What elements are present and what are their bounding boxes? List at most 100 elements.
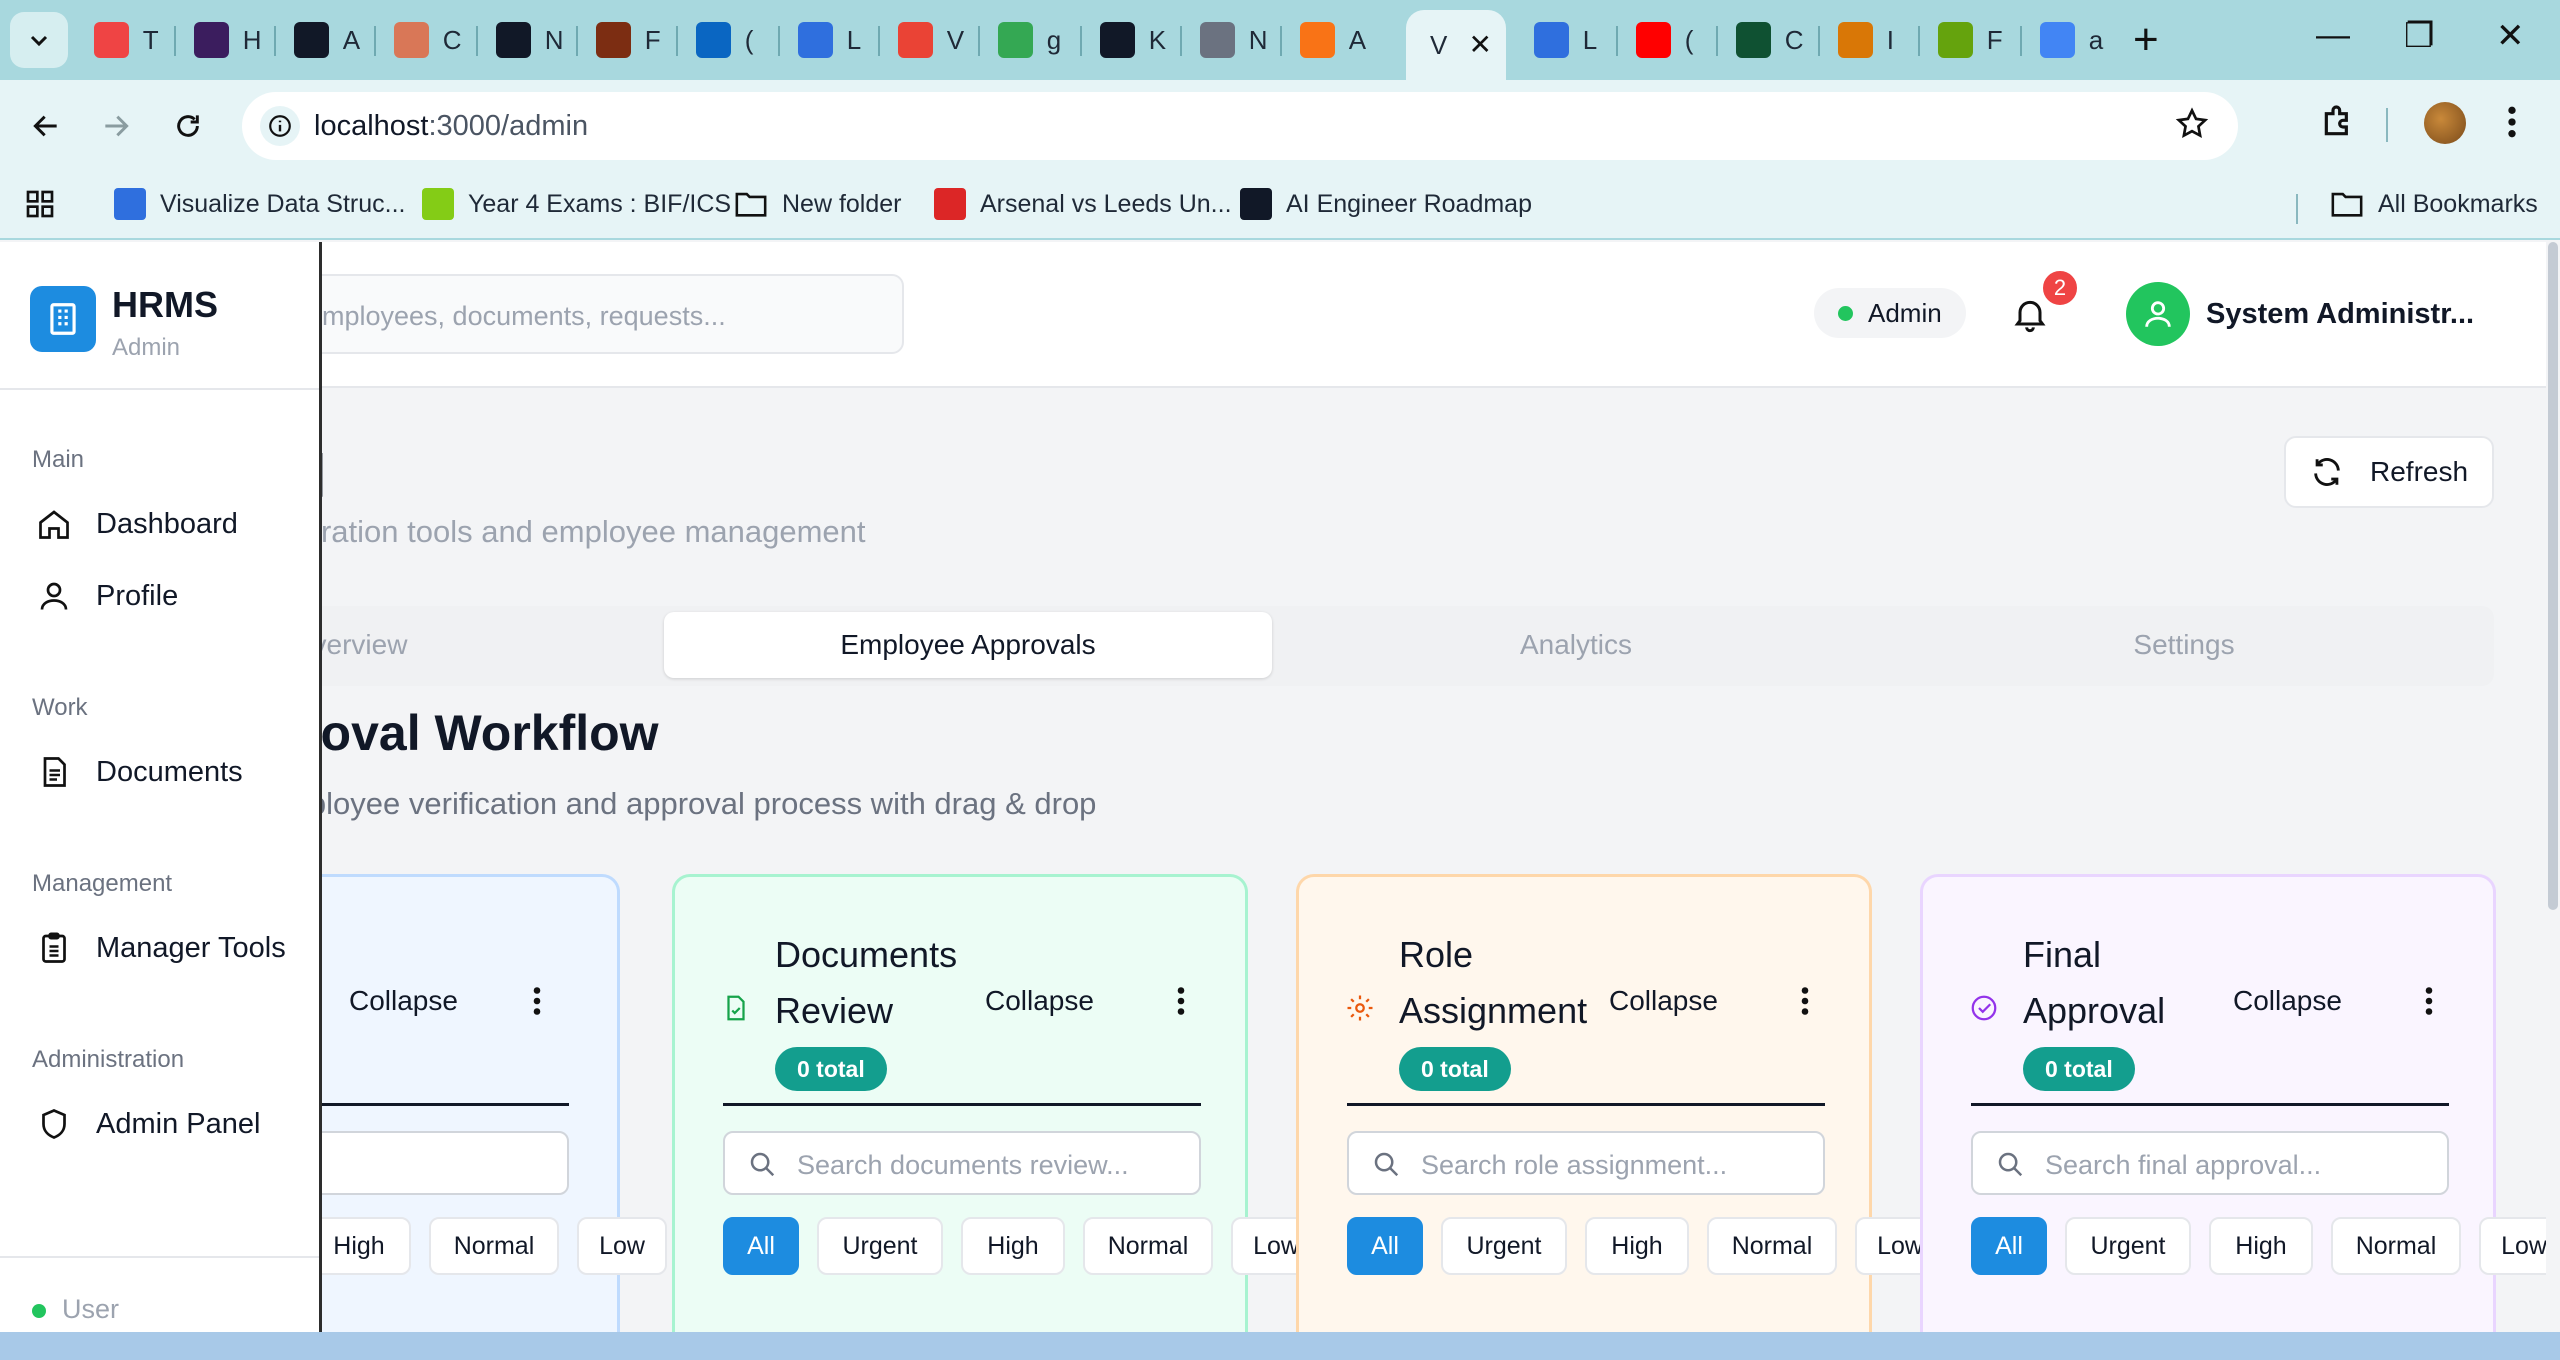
browser-tab[interactable]: ( bbox=[1612, 10, 1708, 70]
home-icon bbox=[39, 510, 69, 539]
user-avatar[interactable] bbox=[2126, 282, 2190, 346]
filter-high-button[interactable]: High bbox=[1585, 1217, 1689, 1275]
browser-tab[interactable]: I bbox=[1814, 10, 1910, 70]
vertical-scrollbar[interactable] bbox=[2546, 242, 2560, 1332]
browser-tab[interactable]: V bbox=[874, 10, 970, 70]
browser-tab[interactable]: ( bbox=[672, 10, 768, 70]
browser-tab[interactable]: C bbox=[370, 10, 466, 70]
browser-tab[interactable]: F bbox=[1914, 10, 2010, 70]
menu-dots-icon[interactable] bbox=[2500, 102, 2524, 142]
browser-tab[interactable]: L bbox=[774, 10, 870, 70]
column-search-input[interactable]: Search role assignment... bbox=[1347, 1131, 1825, 1195]
workflow-column[interactable]: Final Approval Collapse 0 total Search fina… bbox=[1920, 874, 2560, 1332]
filter-normal-button[interactable]: Normal bbox=[429, 1217, 559, 1275]
tab-analytics[interactable]: Analytics bbox=[1272, 612, 1880, 678]
global-search-input[interactable]: mployees, documents, requests... bbox=[240, 274, 904, 354]
horizontal-scrollbar[interactable] bbox=[0, 1332, 2560, 1360]
user-icon bbox=[2145, 301, 2171, 327]
more-vertical-icon[interactable] bbox=[1173, 983, 1189, 1019]
more-vertical-icon[interactable] bbox=[529, 983, 545, 1019]
filter-high-button[interactable]: High bbox=[307, 1217, 411, 1275]
filter-normal-button[interactable]: Normal bbox=[1083, 1217, 1213, 1275]
browser-tab[interactable]: A bbox=[1276, 10, 1372, 70]
filter-normal-button[interactable]: Normal bbox=[2331, 1217, 2461, 1275]
browser-tab[interactable]: a bbox=[2016, 10, 2112, 70]
sidebar-item-manager-tools[interactable]: Manager Tools bbox=[36, 924, 286, 972]
site-info-icon[interactable] bbox=[260, 106, 300, 146]
minimize-button[interactable]: — bbox=[2316, 16, 2350, 55]
restore-button[interactable]: ❐ bbox=[2404, 16, 2434, 56]
bookmark-star-icon[interactable] bbox=[2174, 106, 2210, 142]
bookmark-item[interactable]: New folder bbox=[734, 184, 902, 224]
toolbar-separator bbox=[2386, 108, 2388, 142]
refresh-button[interactable]: Refresh bbox=[2284, 436, 2494, 508]
bookmark-item[interactable]: Arsenal vs Leeds Un... bbox=[934, 184, 1232, 224]
search-icon bbox=[1998, 1152, 2023, 1177]
browser-tab[interactable]: C bbox=[1712, 10, 1808, 70]
claude-icon bbox=[394, 22, 429, 58]
reload-button[interactable] bbox=[166, 104, 210, 148]
gear-icon bbox=[1347, 995, 1373, 1021]
search-placeholder: Search documents review... bbox=[797, 1150, 1129, 1180]
all-bookmarks[interactable]: All Bookmarks bbox=[2330, 184, 2538, 224]
collapse-button[interactable]: Collapse bbox=[1609, 985, 1718, 1017]
browser-tab[interactable]: V ✕ bbox=[1406, 10, 1506, 80]
sidebar-item-documents[interactable]: Documents bbox=[36, 748, 243, 796]
user-name[interactable]: System Administr... bbox=[2206, 298, 2474, 331]
extensions-icon[interactable] bbox=[2318, 102, 2358, 142]
collapse-button[interactable]: Collapse bbox=[985, 985, 1094, 1017]
back-button[interactable] bbox=[24, 104, 68, 148]
filter-normal-button[interactable]: Normal bbox=[1707, 1217, 1837, 1275]
browser-tab[interactable]: A bbox=[270, 10, 366, 70]
browser-tab[interactable]: F bbox=[572, 10, 668, 70]
sidebar-item-admin-panel[interactable]: Admin Panel bbox=[36, 1100, 260, 1148]
forward-button[interactable] bbox=[94, 104, 138, 148]
browser-tab[interactable]: K bbox=[1076, 10, 1172, 70]
apps-grid-icon[interactable] bbox=[24, 184, 56, 224]
bookmark-item[interactable]: AI Engineer Roadmap bbox=[1240, 184, 1532, 224]
bookmark-item[interactable]: Year 4 Exams : BIF/ICS bbox=[422, 184, 731, 224]
more-vertical-icon[interactable] bbox=[1797, 983, 1813, 1019]
more-vertical-icon[interactable] bbox=[2421, 983, 2437, 1019]
close-window-button[interactable]: ✕ bbox=[2496, 16, 2525, 56]
tab-title: g bbox=[1046, 24, 1062, 55]
tab-title: K bbox=[1148, 24, 1167, 55]
sidebar-item-profile[interactable]: Profile bbox=[36, 572, 178, 620]
browser-tab[interactable]: H bbox=[170, 10, 266, 70]
sidebar-item-dashboard[interactable]: Dashboard bbox=[36, 500, 238, 548]
scrollbar-thumb[interactable] bbox=[2548, 242, 2558, 910]
profile-avatar[interactable] bbox=[2424, 102, 2466, 144]
filter-all-button[interactable]: All bbox=[723, 1217, 799, 1275]
youtube-icon bbox=[1636, 22, 1671, 58]
tab-settings[interactable]: Settings bbox=[1880, 612, 2488, 678]
address-bar[interactable]: localhost:3000/admin bbox=[242, 92, 2238, 160]
filter-all-button[interactable]: All bbox=[1347, 1217, 1423, 1275]
bookmark-item[interactable]: Visualize Data Struc... bbox=[114, 184, 405, 224]
filter-urgent-button[interactable]: Urgent bbox=[2065, 1217, 2191, 1275]
url-host: localhost bbox=[314, 110, 429, 142]
browser-tab[interactable]: g bbox=[974, 10, 1070, 70]
workflow-column[interactable]: Documents Review Collapse 0 total Search do… bbox=[672, 874, 1321, 1332]
filter-high-button[interactable]: High bbox=[2209, 1217, 2313, 1275]
filter-all-button[interactable]: All bbox=[1971, 1217, 2047, 1275]
browser-tab[interactable]: T bbox=[70, 10, 166, 70]
browser-tab[interactable]: N bbox=[472, 10, 568, 70]
browser-tab[interactable]: L bbox=[1510, 10, 1606, 70]
column-search-input[interactable]: Search documents review... bbox=[723, 1131, 1201, 1195]
column-title: Final Approval bbox=[2023, 934, 2166, 1031]
workflow-column[interactable]: Role Assignment Collapse 0 total Search rol… bbox=[1296, 874, 1945, 1332]
tab-employee-approvals[interactable]: Employee Approvals bbox=[664, 612, 1272, 678]
search-placeholder: Search final approval... bbox=[2045, 1150, 2322, 1180]
github-icon bbox=[1100, 22, 1135, 58]
filter-urgent-button[interactable]: Urgent bbox=[817, 1217, 943, 1275]
filter-urgent-button[interactable]: Urgent bbox=[1441, 1217, 1567, 1275]
close-tab-icon[interactable]: ✕ bbox=[1469, 28, 1492, 61]
new-tab-button[interactable]: + bbox=[2133, 16, 2159, 64]
filter-low-button[interactable]: Low bbox=[577, 1217, 667, 1275]
browser-tab[interactable]: N bbox=[1176, 10, 1272, 70]
tab-search-button[interactable] bbox=[10, 12, 68, 68]
column-search-input[interactable]: Search final approval... bbox=[1971, 1131, 2449, 1195]
filter-high-button[interactable]: High bbox=[961, 1217, 1065, 1275]
collapse-button[interactable]: Collapse bbox=[349, 985, 458, 1017]
collapse-button[interactable]: Collapse bbox=[2233, 985, 2342, 1017]
